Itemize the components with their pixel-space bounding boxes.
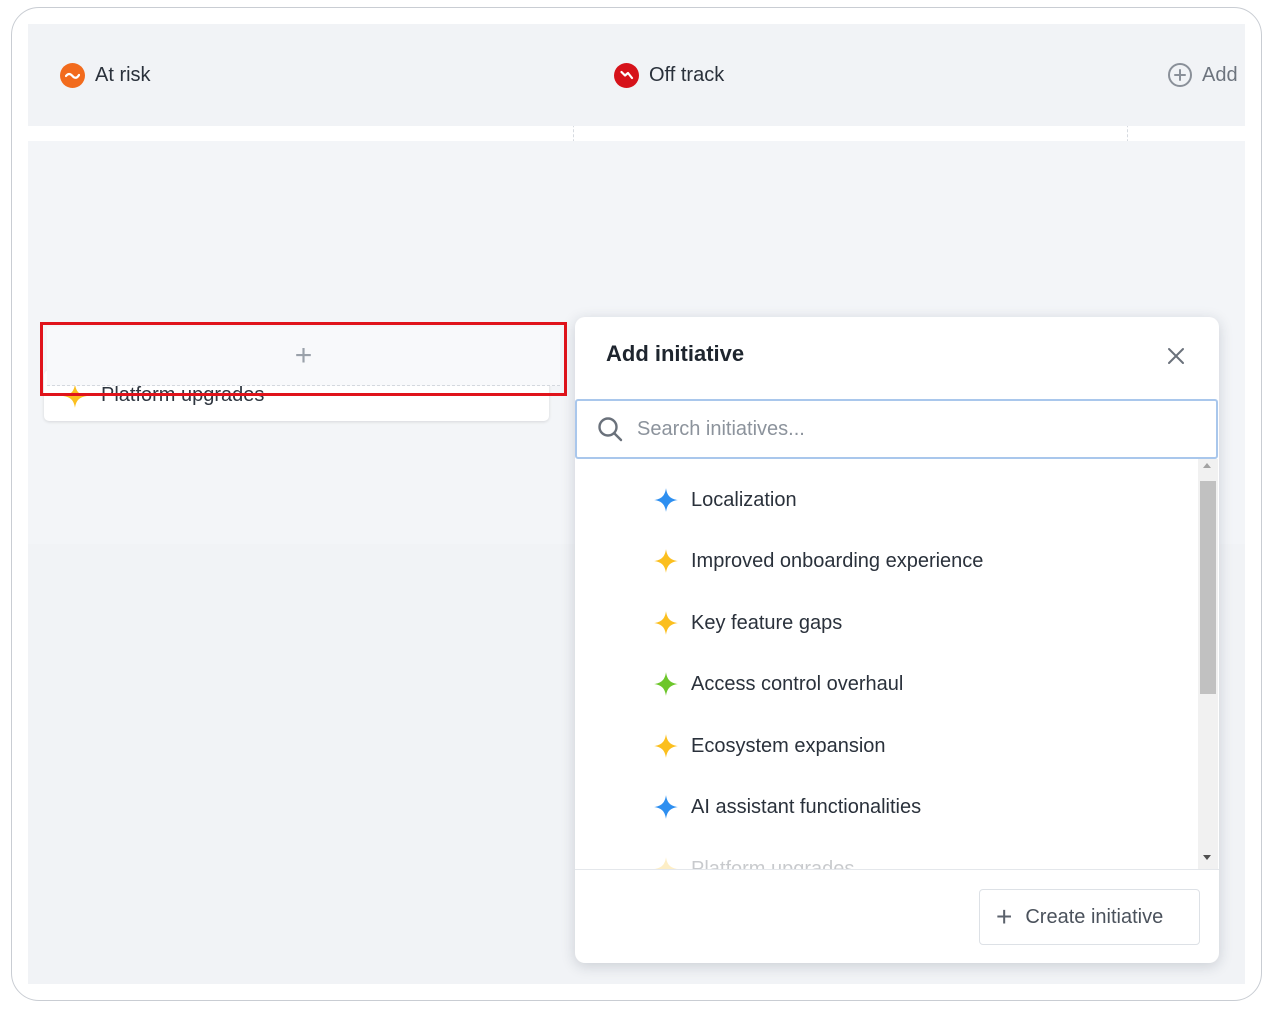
search-input[interactable] — [637, 417, 1177, 441]
list-item-label: Access control overhaul — [691, 672, 904, 695]
list-item-label: Key feature gaps — [691, 611, 843, 634]
scrollbar-thumb[interactable] — [1200, 481, 1216, 694]
sparkle-icon — [654, 795, 678, 819]
initiative-list: Localization Improved onboarding experie… — [575, 459, 1219, 869]
sparkle-icon — [654, 611, 678, 635]
add-column-button[interactable]: Add — [1127, 24, 1245, 126]
at-risk-status-icon — [60, 62, 85, 88]
add-card-button[interactable]: + — [47, 327, 560, 386]
popover-title: Add initiative — [606, 341, 745, 366]
sparkle-icon — [654, 549, 678, 573]
list-item-label: Platform upgrades — [691, 857, 855, 870]
close-icon — [1168, 348, 1184, 364]
list-item-label: Ecosystem expansion — [691, 734, 886, 757]
column-body: Platform upgrades — [28, 141, 573, 984]
list-item[interactable]: Ecosystem expansion — [653, 726, 886, 766]
column-title: Off track — [649, 63, 725, 86]
add-initiative-popover: Add initiative Localization Improved onb… — [575, 317, 1219, 963]
column-at-risk: At risk Platform upgrades — [28, 24, 573, 984]
close-button[interactable] — [1165, 345, 1187, 367]
sparkle-icon — [654, 857, 678, 869]
list-item[interactable]: Improved onboarding experience — [653, 541, 983, 581]
sparkle-icon — [654, 672, 678, 696]
create-initiative-button[interactable]: + Create initiative — [979, 889, 1200, 945]
scroll-up-arrow-icon[interactable] — [1203, 463, 1211, 468]
column-header-off-track: Off track — [573, 24, 1127, 126]
column-header-at-risk: At risk — [28, 24, 573, 126]
create-initiative-label: Create initiative — [1025, 905, 1164, 928]
list-item[interactable]: Localization — [653, 480, 797, 520]
column-title: At risk — [95, 63, 151, 86]
list-item-label: Improved onboarding experience — [691, 549, 984, 572]
plus-icon: + — [294, 339, 313, 372]
list-item-label: Localization — [691, 488, 797, 511]
list-item[interactable]: Platform upgrades — [653, 849, 854, 869]
add-card-highlight: + — [40, 322, 567, 396]
search-icon — [598, 417, 623, 442]
scroll-down-arrow-icon[interactable] — [1203, 855, 1211, 860]
list-item[interactable]: Key feature gaps — [653, 603, 842, 643]
list-item[interactable]: AI assistant functionalities — [653, 787, 921, 827]
plus-icon: + — [996, 901, 1013, 932]
list-scrollbar[interactable] — [1198, 459, 1218, 869]
add-column-label: Add — [1202, 63, 1238, 86]
search-field[interactable] — [575, 399, 1218, 459]
list-item-label: AI assistant functionalities — [691, 795, 922, 818]
sparkle-icon — [654, 734, 678, 758]
list-item[interactable]: Access control overhaul — [653, 664, 903, 704]
sparkle-icon — [654, 488, 678, 512]
popover-footer-divider — [575, 869, 1219, 870]
plus-circle-icon — [1168, 63, 1192, 87]
off-track-status-icon — [614, 62, 639, 88]
